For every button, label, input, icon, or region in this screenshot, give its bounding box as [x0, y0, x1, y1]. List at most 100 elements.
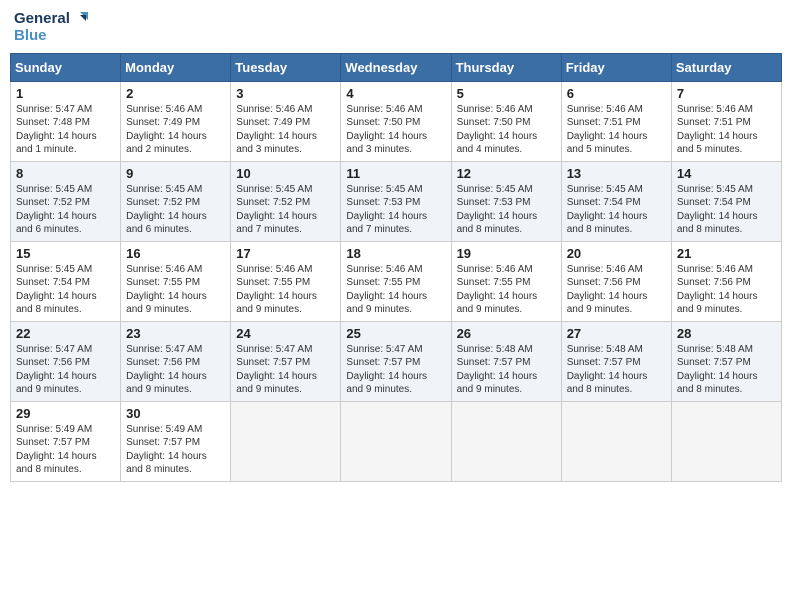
day-number: 3 — [236, 86, 335, 101]
day-number: 25 — [346, 326, 445, 341]
day-number: 24 — [236, 326, 335, 341]
calendar-cell: 27 Sunrise: 5:48 AMSunset: 7:57 PMDaylig… — [561, 321, 671, 401]
calendar-cell: 3 Sunrise: 5:46 AMSunset: 7:49 PMDayligh… — [231, 81, 341, 161]
day-number: 29 — [16, 406, 115, 421]
cell-info: Sunrise: 5:46 AMSunset: 7:56 PMDaylight:… — [567, 264, 648, 316]
cell-info: Sunrise: 5:46 AMSunset: 7:49 PMDaylight:… — [126, 104, 207, 156]
header-saturday: Saturday — [671, 53, 781, 81]
calendar-cell: 25 Sunrise: 5:47 AMSunset: 7:57 PMDaylig… — [341, 321, 451, 401]
calendar-cell: 17 Sunrise: 5:46 AMSunset: 7:55 PMDaylig… — [231, 241, 341, 321]
cell-info: Sunrise: 5:47 AMSunset: 7:56 PMDaylight:… — [126, 344, 207, 396]
calendar-week-row: 8 Sunrise: 5:45 AMSunset: 7:52 PMDayligh… — [11, 161, 782, 241]
cell-info: Sunrise: 5:45 AMSunset: 7:53 PMDaylight:… — [457, 184, 538, 236]
logo-general: General — [14, 11, 70, 28]
day-number: 6 — [567, 86, 666, 101]
header-monday: Monday — [121, 53, 231, 81]
logo-container: General Blue — [14, 10, 90, 45]
calendar-week-row: 22 Sunrise: 5:47 AMSunset: 7:56 PMDaylig… — [11, 321, 782, 401]
day-number: 17 — [236, 246, 335, 261]
day-number: 5 — [457, 86, 556, 101]
calendar-header-row: SundayMondayTuesdayWednesdayThursdayFrid… — [11, 53, 782, 81]
calendar-cell: 11 Sunrise: 5:45 AMSunset: 7:53 PMDaylig… — [341, 161, 451, 241]
calendar-week-row: 1 Sunrise: 5:47 AMSunset: 7:48 PMDayligh… — [11, 81, 782, 161]
day-number: 22 — [16, 326, 115, 341]
page-header: General Blue — [10, 10, 782, 45]
calendar-cell: 7 Sunrise: 5:46 AMSunset: 7:51 PMDayligh… — [671, 81, 781, 161]
cell-info: Sunrise: 5:47 AMSunset: 7:48 PMDaylight:… — [16, 104, 97, 156]
calendar-cell: 24 Sunrise: 5:47 AMSunset: 7:57 PMDaylig… — [231, 321, 341, 401]
calendar-cell: 5 Sunrise: 5:46 AMSunset: 7:50 PMDayligh… — [451, 81, 561, 161]
day-number: 28 — [677, 326, 776, 341]
day-number: 1 — [16, 86, 115, 101]
cell-info: Sunrise: 5:47 AMSunset: 7:57 PMDaylight:… — [236, 344, 317, 396]
cell-info: Sunrise: 5:46 AMSunset: 7:55 PMDaylight:… — [457, 264, 538, 316]
cell-info: Sunrise: 5:45 AMSunset: 7:54 PMDaylight:… — [677, 184, 758, 236]
calendar-cell: 15 Sunrise: 5:45 AMSunset: 7:54 PMDaylig… — [11, 241, 121, 321]
day-number: 7 — [677, 86, 776, 101]
cell-info: Sunrise: 5:47 AMSunset: 7:56 PMDaylight:… — [16, 344, 97, 396]
day-number: 12 — [457, 166, 556, 181]
day-number: 20 — [567, 246, 666, 261]
calendar-cell — [231, 401, 341, 481]
calendar-cell — [341, 401, 451, 481]
logo-icon — [72, 10, 90, 28]
calendar-cell: 10 Sunrise: 5:45 AMSunset: 7:52 PMDaylig… — [231, 161, 341, 241]
logo-blue: Blue — [14, 28, 47, 45]
day-number: 9 — [126, 166, 225, 181]
day-number: 4 — [346, 86, 445, 101]
header-thursday: Thursday — [451, 53, 561, 81]
calendar-cell: 4 Sunrise: 5:46 AMSunset: 7:50 PMDayligh… — [341, 81, 451, 161]
calendar-table: SundayMondayTuesdayWednesdayThursdayFrid… — [10, 53, 782, 482]
calendar-cell: 30 Sunrise: 5:49 AMSunset: 7:57 PMDaylig… — [121, 401, 231, 481]
day-number: 27 — [567, 326, 666, 341]
calendar-cell — [561, 401, 671, 481]
day-number: 23 — [126, 326, 225, 341]
cell-info: Sunrise: 5:45 AMSunset: 7:52 PMDaylight:… — [126, 184, 207, 236]
day-number: 2 — [126, 86, 225, 101]
cell-info: Sunrise: 5:48 AMSunset: 7:57 PMDaylight:… — [457, 344, 538, 396]
cell-info: Sunrise: 5:47 AMSunset: 7:57 PMDaylight:… — [346, 344, 427, 396]
cell-info: Sunrise: 5:46 AMSunset: 7:55 PMDaylight:… — [346, 264, 427, 316]
calendar-week-row: 29 Sunrise: 5:49 AMSunset: 7:57 PMDaylig… — [11, 401, 782, 481]
calendar-cell: 6 Sunrise: 5:46 AMSunset: 7:51 PMDayligh… — [561, 81, 671, 161]
cell-info: Sunrise: 5:46 AMSunset: 7:56 PMDaylight:… — [677, 264, 758, 316]
calendar-cell: 1 Sunrise: 5:47 AMSunset: 7:48 PMDayligh… — [11, 81, 121, 161]
cell-info: Sunrise: 5:45 AMSunset: 7:52 PMDaylight:… — [236, 184, 317, 236]
calendar-cell — [671, 401, 781, 481]
cell-info: Sunrise: 5:48 AMSunset: 7:57 PMDaylight:… — [677, 344, 758, 396]
calendar-cell: 16 Sunrise: 5:46 AMSunset: 7:55 PMDaylig… — [121, 241, 231, 321]
day-number: 14 — [677, 166, 776, 181]
header-tuesday: Tuesday — [231, 53, 341, 81]
cell-info: Sunrise: 5:46 AMSunset: 7:49 PMDaylight:… — [236, 104, 317, 156]
calendar-cell: 18 Sunrise: 5:46 AMSunset: 7:55 PMDaylig… — [341, 241, 451, 321]
day-number: 18 — [346, 246, 445, 261]
header-sunday: Sunday — [11, 53, 121, 81]
calendar-cell: 8 Sunrise: 5:45 AMSunset: 7:52 PMDayligh… — [11, 161, 121, 241]
day-number: 13 — [567, 166, 666, 181]
calendar-cell: 14 Sunrise: 5:45 AMSunset: 7:54 PMDaylig… — [671, 161, 781, 241]
day-number: 8 — [16, 166, 115, 181]
cell-info: Sunrise: 5:46 AMSunset: 7:51 PMDaylight:… — [567, 104, 648, 156]
calendar-week-row: 15 Sunrise: 5:45 AMSunset: 7:54 PMDaylig… — [11, 241, 782, 321]
cell-info: Sunrise: 5:45 AMSunset: 7:52 PMDaylight:… — [16, 184, 97, 236]
calendar-cell: 22 Sunrise: 5:47 AMSunset: 7:56 PMDaylig… — [11, 321, 121, 401]
calendar-cell: 20 Sunrise: 5:46 AMSunset: 7:56 PMDaylig… — [561, 241, 671, 321]
day-number: 15 — [16, 246, 115, 261]
calendar-cell — [451, 401, 561, 481]
calendar-cell: 29 Sunrise: 5:49 AMSunset: 7:57 PMDaylig… — [11, 401, 121, 481]
day-number: 10 — [236, 166, 335, 181]
cell-info: Sunrise: 5:46 AMSunset: 7:50 PMDaylight:… — [457, 104, 538, 156]
day-number: 26 — [457, 326, 556, 341]
calendar-cell: 13 Sunrise: 5:45 AMSunset: 7:54 PMDaylig… — [561, 161, 671, 241]
day-number: 30 — [126, 406, 225, 421]
calendar-cell: 9 Sunrise: 5:45 AMSunset: 7:52 PMDayligh… — [121, 161, 231, 241]
cell-info: Sunrise: 5:46 AMSunset: 7:55 PMDaylight:… — [236, 264, 317, 316]
cell-info: Sunrise: 5:49 AMSunset: 7:57 PMDaylight:… — [126, 424, 207, 476]
calendar-cell: 28 Sunrise: 5:48 AMSunset: 7:57 PMDaylig… — [671, 321, 781, 401]
calendar-cell: 2 Sunrise: 5:46 AMSunset: 7:49 PMDayligh… — [121, 81, 231, 161]
cell-info: Sunrise: 5:48 AMSunset: 7:57 PMDaylight:… — [567, 344, 648, 396]
cell-info: Sunrise: 5:45 AMSunset: 7:54 PMDaylight:… — [16, 264, 97, 316]
day-number: 11 — [346, 166, 445, 181]
calendar-cell: 19 Sunrise: 5:46 AMSunset: 7:55 PMDaylig… — [451, 241, 561, 321]
cell-info: Sunrise: 5:45 AMSunset: 7:54 PMDaylight:… — [567, 184, 648, 236]
